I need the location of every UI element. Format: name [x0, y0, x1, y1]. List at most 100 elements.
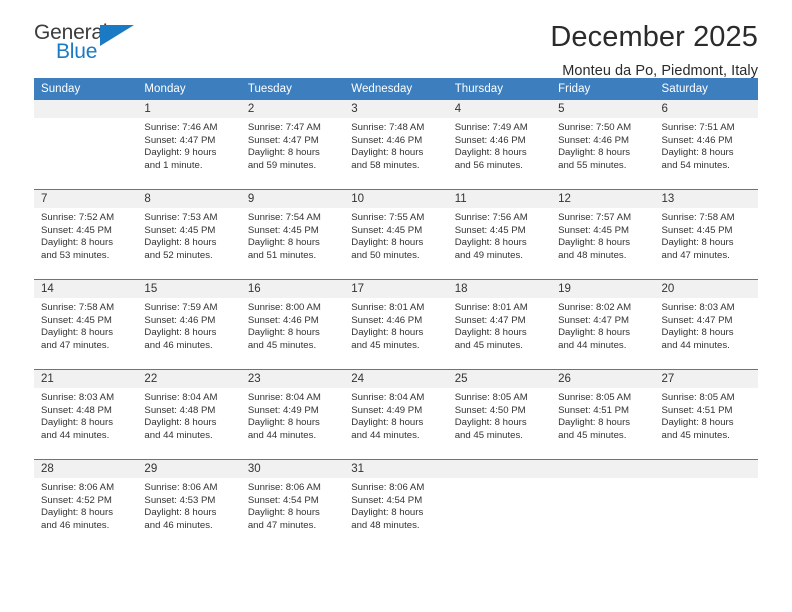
day-cell[interactable]: 2 Sunrise: 7:47 AM Sunset: 4:47 PM Dayli… [240, 100, 345, 190]
weekday-header-monday: Monday [137, 78, 241, 100]
day-cell[interactable]: 4 Sunrise: 7:49 AM Sunset: 4:46 PM Dayli… [447, 100, 552, 190]
sunrise-text: Sunrise: 7:46 AM [144, 122, 218, 133]
sunrise-text: Sunrise: 8:04 AM [144, 392, 218, 403]
day-cell[interactable]: 12 Sunrise: 7:57 AM Sunset: 4:45 PM Dayl… [551, 189, 655, 280]
sunset-text: Sunset: 4:54 PM [247, 494, 319, 506]
day-number: 22 [137, 370, 241, 388]
sunrise-text: Sunrise: 7:58 AM [41, 302, 115, 313]
day-cell[interactable]: 3 Sunrise: 7:48 AM Sunset: 4:46 PM Dayli… [344, 100, 448, 190]
daylight-text-line2: and 48 minutes. [558, 249, 627, 261]
day-details: Sunrise: 8:00 AM Sunset: 4:46 PM Dayligh… [241, 298, 344, 352]
daylight-text-line2: and 49 minutes. [454, 249, 523, 261]
day-cell[interactable]: 24 Sunrise: 8:04 AM Sunset: 4:49 PM Dayl… [344, 369, 448, 460]
day-details: Sunrise: 8:01 AM Sunset: 4:47 PM Dayligh… [448, 298, 551, 352]
day-details: Sunrise: 7:50 AM Sunset: 4:46 PM Dayligh… [551, 118, 654, 172]
day-details: Sunrise: 7:52 AM Sunset: 4:45 PM Dayligh… [34, 208, 137, 262]
sunset-text: Sunset: 4:54 PM [351, 494, 423, 506]
sunset-text: Sunset: 4:52 PM [41, 494, 112, 506]
day-cell[interactable]: 30 Sunrise: 8:06 AM Sunset: 4:54 PM Dayl… [240, 459, 345, 549]
calendar-head: Sunday Monday Tuesday Wednesday Thursday… [34, 78, 758, 100]
daylight-text-line2: and 54 minutes. [661, 159, 730, 171]
day-cell[interactable]: 26 Sunrise: 8:05 AM Sunset: 4:51 PM Dayl… [551, 369, 655, 460]
day-details: Sunrise: 7:49 AM Sunset: 4:46 PM Dayligh… [448, 118, 551, 172]
daylight-text-line1: Daylight: 8 hours [247, 417, 320, 429]
day-cell[interactable]: 31 Sunrise: 8:06 AM Sunset: 4:54 PM Dayl… [344, 459, 448, 549]
sunset-text: Sunset: 4:46 PM [351, 134, 423, 146]
sunrise-text: Sunrise: 7:54 AM [247, 212, 321, 223]
day-cell[interactable]: 14 Sunrise: 7:58 AM Sunset: 4:45 PM Dayl… [34, 279, 138, 370]
day-number: 13 [654, 190, 758, 208]
day-cell[interactable]: 23 Sunrise: 8:04 AM Sunset: 4:49 PM Dayl… [240, 369, 345, 460]
day-cell[interactable] [551, 459, 655, 549]
day-number: 26 [551, 370, 655, 388]
day-cell[interactable]: 16 Sunrise: 8:00 AM Sunset: 4:46 PM Dayl… [240, 279, 345, 370]
day-number: 15 [137, 280, 241, 298]
daylight-text-line1: Daylight: 8 hours [661, 237, 734, 249]
day-details: Sunrise: 8:06 AM Sunset: 4:52 PM Dayligh… [34, 478, 137, 532]
sunrise-text: Sunrise: 7:57 AM [558, 212, 632, 223]
day-cell[interactable]: 21 Sunrise: 8:03 AM Sunset: 4:48 PM Dayl… [34, 369, 138, 460]
day-cell[interactable]: 1 Sunrise: 7:46 AM Sunset: 4:47 PM Dayli… [137, 100, 241, 190]
day-details [655, 478, 758, 482]
day-number: 25 [447, 370, 552, 388]
day-cell[interactable]: 29 Sunrise: 8:06 AM Sunset: 4:53 PM Dayl… [137, 459, 241, 549]
daylight-text-line1: Daylight: 8 hours [351, 417, 424, 429]
day-cell[interactable]: 5 Sunrise: 7:50 AM Sunset: 4:46 PM Dayli… [551, 100, 655, 190]
day-details: Sunrise: 8:03 AM Sunset: 4:48 PM Dayligh… [34, 388, 137, 442]
day-cell[interactable] [447, 459, 552, 549]
day-number: 7 [34, 190, 138, 208]
day-cell[interactable]: 22 Sunrise: 8:04 AM Sunset: 4:48 PM Dayl… [137, 369, 241, 460]
day-cell[interactable]: 8 Sunrise: 7:53 AM Sunset: 4:45 PM Dayli… [137, 189, 241, 280]
sunrise-text: Sunrise: 8:05 AM [661, 392, 735, 403]
day-number: 1 [137, 100, 241, 118]
daylight-text-line2: and 51 minutes. [247, 249, 317, 261]
sunset-text: Sunset: 4:47 PM [661, 314, 733, 326]
daylight-text-line1: Daylight: 8 hours [247, 147, 320, 159]
day-cell[interactable]: 17 Sunrise: 8:01 AM Sunset: 4:46 PM Dayl… [344, 279, 448, 370]
daylight-text-line1: Daylight: 8 hours [454, 417, 527, 429]
daylight-text-line1: Daylight: 8 hours [144, 417, 217, 429]
sunrise-text: Sunrise: 7:59 AM [144, 302, 218, 313]
daylight-text-line2: and 46 minutes. [144, 519, 213, 531]
weekday-header-wednesday: Wednesday [344, 78, 448, 100]
daylight-text-line2: and 47 minutes. [661, 249, 730, 261]
day-details: Sunrise: 8:04 AM Sunset: 4:49 PM Dayligh… [344, 388, 447, 442]
sunrise-text: Sunrise: 7:55 AM [351, 212, 425, 223]
day-cell[interactable] [654, 459, 758, 549]
daylight-text-line1: Daylight: 8 hours [144, 237, 217, 249]
day-cell[interactable] [34, 100, 138, 190]
sunset-text: Sunset: 4:46 PM [454, 134, 526, 146]
day-number: 20 [654, 280, 758, 298]
day-details: Sunrise: 7:57 AM Sunset: 4:45 PM Dayligh… [551, 208, 654, 262]
week-row: 7 Sunrise: 7:52 AM Sunset: 4:45 PM Dayli… [34, 189, 758, 280]
daylight-text-line1: Daylight: 8 hours [351, 507, 424, 519]
general-blue-logo[interactable]: General Blue [34, 22, 146, 68]
day-cell[interactable]: 25 Sunrise: 8:05 AM Sunset: 4:50 PM Dayl… [447, 369, 552, 460]
day-cell[interactable]: 18 Sunrise: 8:01 AM Sunset: 4:47 PM Dayl… [447, 279, 552, 370]
day-number: 9 [240, 190, 345, 208]
day-cell[interactable]: 9 Sunrise: 7:54 AM Sunset: 4:45 PM Dayli… [240, 189, 345, 280]
daylight-text-line1: Daylight: 8 hours [558, 417, 631, 429]
day-cell[interactable]: 19 Sunrise: 8:02 AM Sunset: 4:47 PM Dayl… [551, 279, 655, 370]
day-cell[interactable]: 6 Sunrise: 7:51 AM Sunset: 4:46 PM Dayli… [654, 100, 758, 190]
daylight-text-line1: Daylight: 8 hours [41, 237, 113, 249]
sunrise-text: Sunrise: 8:03 AM [41, 392, 115, 403]
day-cell[interactable]: 28 Sunrise: 8:06 AM Sunset: 4:52 PM Dayl… [34, 459, 138, 549]
day-cell[interactable]: 13 Sunrise: 7:58 AM Sunset: 4:45 PM Dayl… [654, 189, 758, 280]
sunset-text: Sunset: 4:50 PM [454, 404, 526, 416]
sunset-text: Sunset: 4:45 PM [661, 224, 733, 236]
day-cell[interactable]: 11 Sunrise: 7:56 AM Sunset: 4:45 PM Dayl… [447, 189, 552, 280]
daylight-text-line2: and 47 minutes. [41, 339, 110, 351]
sunrise-text: Sunrise: 8:04 AM [247, 392, 321, 403]
daylight-text-line2: and 44 minutes. [558, 339, 627, 351]
day-details: Sunrise: 8:06 AM Sunset: 4:54 PM Dayligh… [241, 478, 344, 532]
sunrise-text: Sunrise: 8:05 AM [558, 392, 632, 403]
day-number [34, 100, 138, 118]
day-cell[interactable]: 20 Sunrise: 8:03 AM Sunset: 4:47 PM Dayl… [654, 279, 758, 370]
day-cell[interactable]: 10 Sunrise: 7:55 AM Sunset: 4:45 PM Dayl… [344, 189, 448, 280]
day-cell[interactable]: 7 Sunrise: 7:52 AM Sunset: 4:45 PM Dayli… [34, 189, 138, 280]
sunrise-text: Sunrise: 7:53 AM [144, 212, 218, 223]
day-cell[interactable]: 15 Sunrise: 7:59 AM Sunset: 4:46 PM Dayl… [137, 279, 241, 370]
day-cell[interactable]: 27 Sunrise: 8:05 AM Sunset: 4:51 PM Dayl… [654, 369, 758, 460]
day-number: 6 [654, 100, 758, 118]
